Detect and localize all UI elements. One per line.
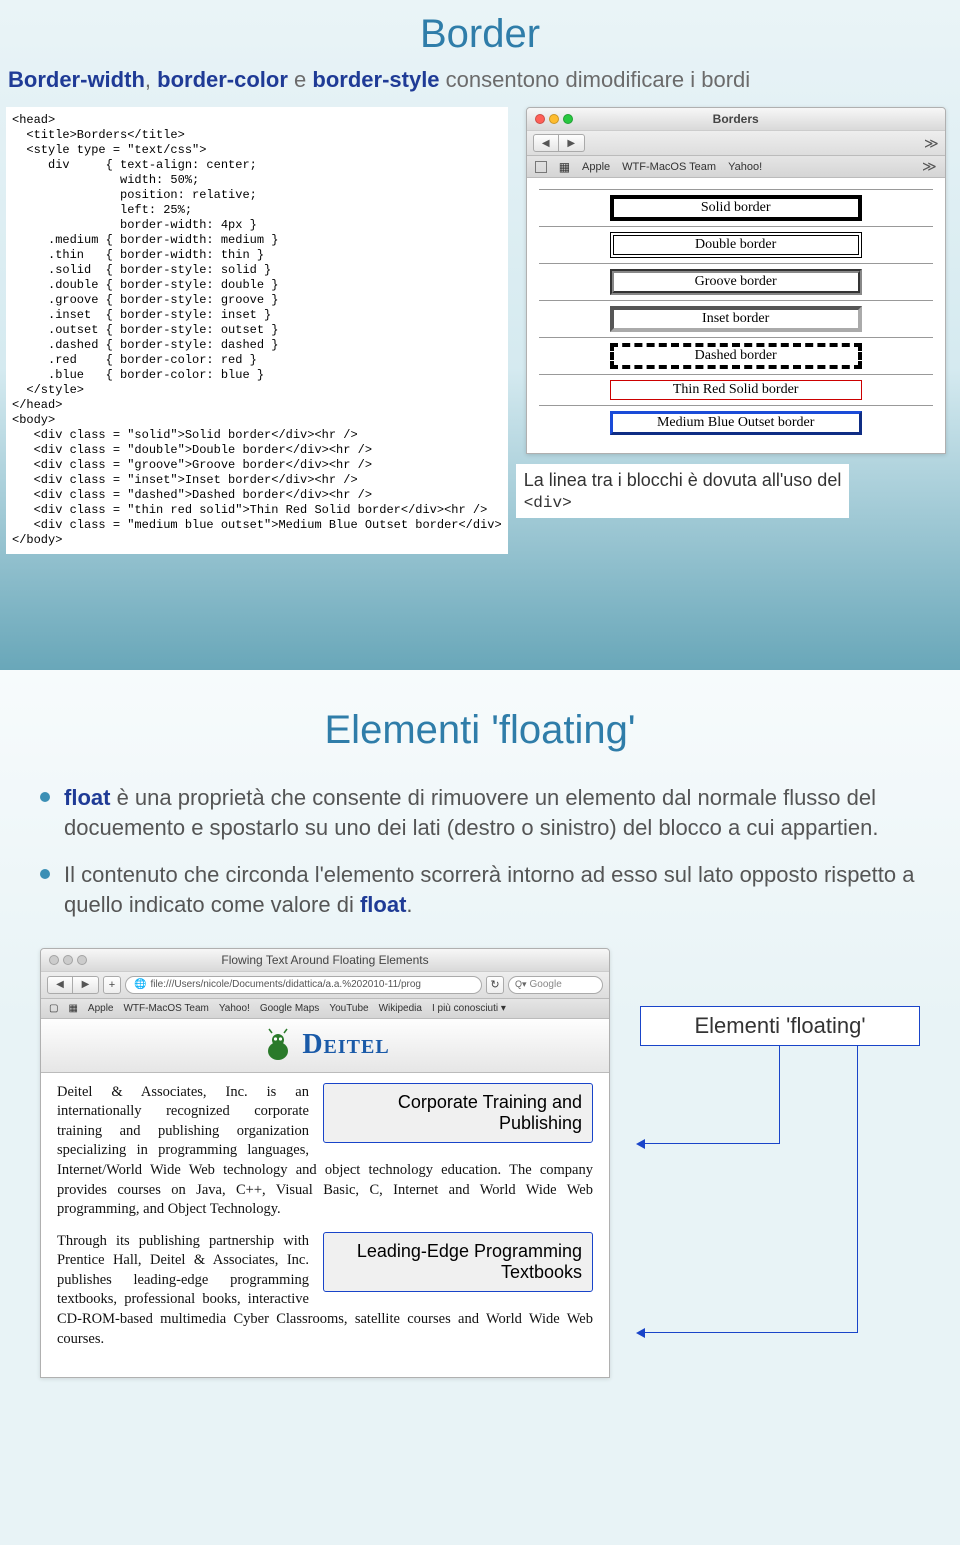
slide1-right: Borders ◀ ▶ ≫ Apple WTF-MacOS Team Yahoo… [516,107,954,554]
demo-solid: Solid border [610,195,862,221]
divider [539,300,933,301]
nav-buttons: ◀ ▶ [47,976,99,994]
bullet-icon [40,792,50,802]
kw-border-width: Border-width [8,67,145,92]
window-title: Flowing Text Around Floating Elements [41,953,609,967]
reload-button[interactable]: ↻ [486,976,504,994]
divider [539,374,933,375]
titlebar: Flowing Text Around Floating Elements [41,949,609,971]
slide1-subtitle: Border-width, border-color e border-styl… [0,67,960,107]
bookmark-link[interactable]: YouTube [329,1003,368,1014]
screenshot-area: Flowing Text Around Floating Elements ◀ … [0,948,960,1378]
forward-button[interactable]: ▶ [559,134,585,152]
slide1-note: La linea tra i blocchi è dovuta all'uso … [516,464,850,518]
back-button[interactable]: ◀ [47,976,73,994]
toolbar: ◀ ▶ ≫ [527,130,945,156]
page-body: Deitel Corporate Training and Publishing… [41,1019,609,1377]
page-header: Deitel [41,1019,609,1073]
callout-arrow [779,1046,780,1144]
titlebar: Borders [527,108,945,130]
url-field[interactable]: file:///Users/nicole/Documents/didattica… [125,976,482,994]
code-listing: <head> <title>Borders</title> <style typ… [6,107,508,554]
bookmark-link[interactable]: Apple [582,161,610,173]
search-field[interactable]: Google [508,976,603,994]
book-icon[interactable]: ▢ [49,1003,58,1014]
overflow-icon[interactable]: ≫ [924,135,939,152]
demo-groove: Groove border [610,269,862,295]
article: Corporate Training and Publishing Deitel… [41,1073,609,1377]
divider [539,263,933,264]
divider [539,189,933,190]
callout-floating-elements: Elementi 'floating' [640,1006,920,1046]
divider [539,337,933,338]
demo-medium-blue: Medium Blue Outset border [610,411,862,435]
slide-floating: Elementi 'floating' float è una propriet… [0,670,960,1545]
brand-name: Deitel [302,1029,389,1061]
bookmark-link[interactable]: Google Maps [260,1003,319,1014]
bullet-item: float è una proprietà che consente di ri… [40,783,920,842]
overflow-icon[interactable]: ≫ [922,158,937,175]
bullets: float è una proprietà che consente di ri… [0,763,960,948]
kw-float: float [64,785,110,810]
bookmark-link[interactable]: WTF-MacOS Team [123,1003,208,1014]
slide2-title: Elementi 'floating' [0,708,960,753]
forward-button[interactable]: ▶ [73,976,99,994]
demo-inset: Inset border [610,306,862,332]
slide-border: Border Border-width, border-color e bord… [0,0,960,670]
kw-border-style: border-style [312,67,439,92]
bookmark-link[interactable]: WTF-MacOS Team [622,161,716,173]
kw-border-color: border-color [157,67,288,92]
bookmark-link[interactable]: Wikipedia [379,1003,422,1014]
bookmark-link[interactable]: Yahoo! [219,1003,250,1014]
url-toolbar: ◀ ▶ + file:///Users/nicole/Documents/did… [41,971,609,999]
divider [539,226,933,227]
divider [539,405,933,406]
float-box-2: Leading-Edge Programming Textbooks [323,1232,593,1292]
page-body: Solid border Double border Groove border… [527,178,945,453]
demo-dashed: Dashed border [610,343,862,369]
book-icon[interactable] [535,161,547,173]
demo-double: Double border [610,232,862,258]
bookmarks-bar: Apple WTF-MacOS Team Yahoo! ≫ [527,156,945,178]
demo-thin-red: Thin Red Solid border [610,380,862,400]
window-title: Borders [527,112,945,126]
grid-icon[interactable]: ▦ [68,1003,77,1014]
nav-buttons: ◀ ▶ [533,134,585,152]
deitel-bug-icon [260,1027,296,1063]
bookmark-link[interactable]: I più conosciuti ▾ [432,1003,506,1014]
bookmarks-bar: ▢ ▦ Apple WTF-MacOS Team Yahoo! Google M… [41,999,609,1019]
kw-float: float [360,892,406,917]
grid-icon[interactable] [559,160,570,174]
bullet-item: Il contenuto che circonda l'elemento sco… [40,860,920,919]
bookmark-link[interactable]: Apple [88,1003,114,1014]
slide1-content: <head> <title>Borders</title> <style typ… [0,107,960,554]
bullet-icon [40,869,50,879]
add-bookmark-button[interactable]: + [103,976,121,994]
slide1-title: Border [0,12,960,57]
browser-window-floating: Flowing Text Around Floating Elements ◀ … [40,948,610,1378]
callout-arrow [857,1046,858,1333]
browser-window-borders: Borders ◀ ▶ ≫ Apple WTF-MacOS Team Yahoo… [526,107,946,454]
back-button[interactable]: ◀ [533,134,559,152]
float-box-1: Corporate Training and Publishing [323,1083,593,1143]
bookmark-link[interactable]: Yahoo! [728,161,762,173]
